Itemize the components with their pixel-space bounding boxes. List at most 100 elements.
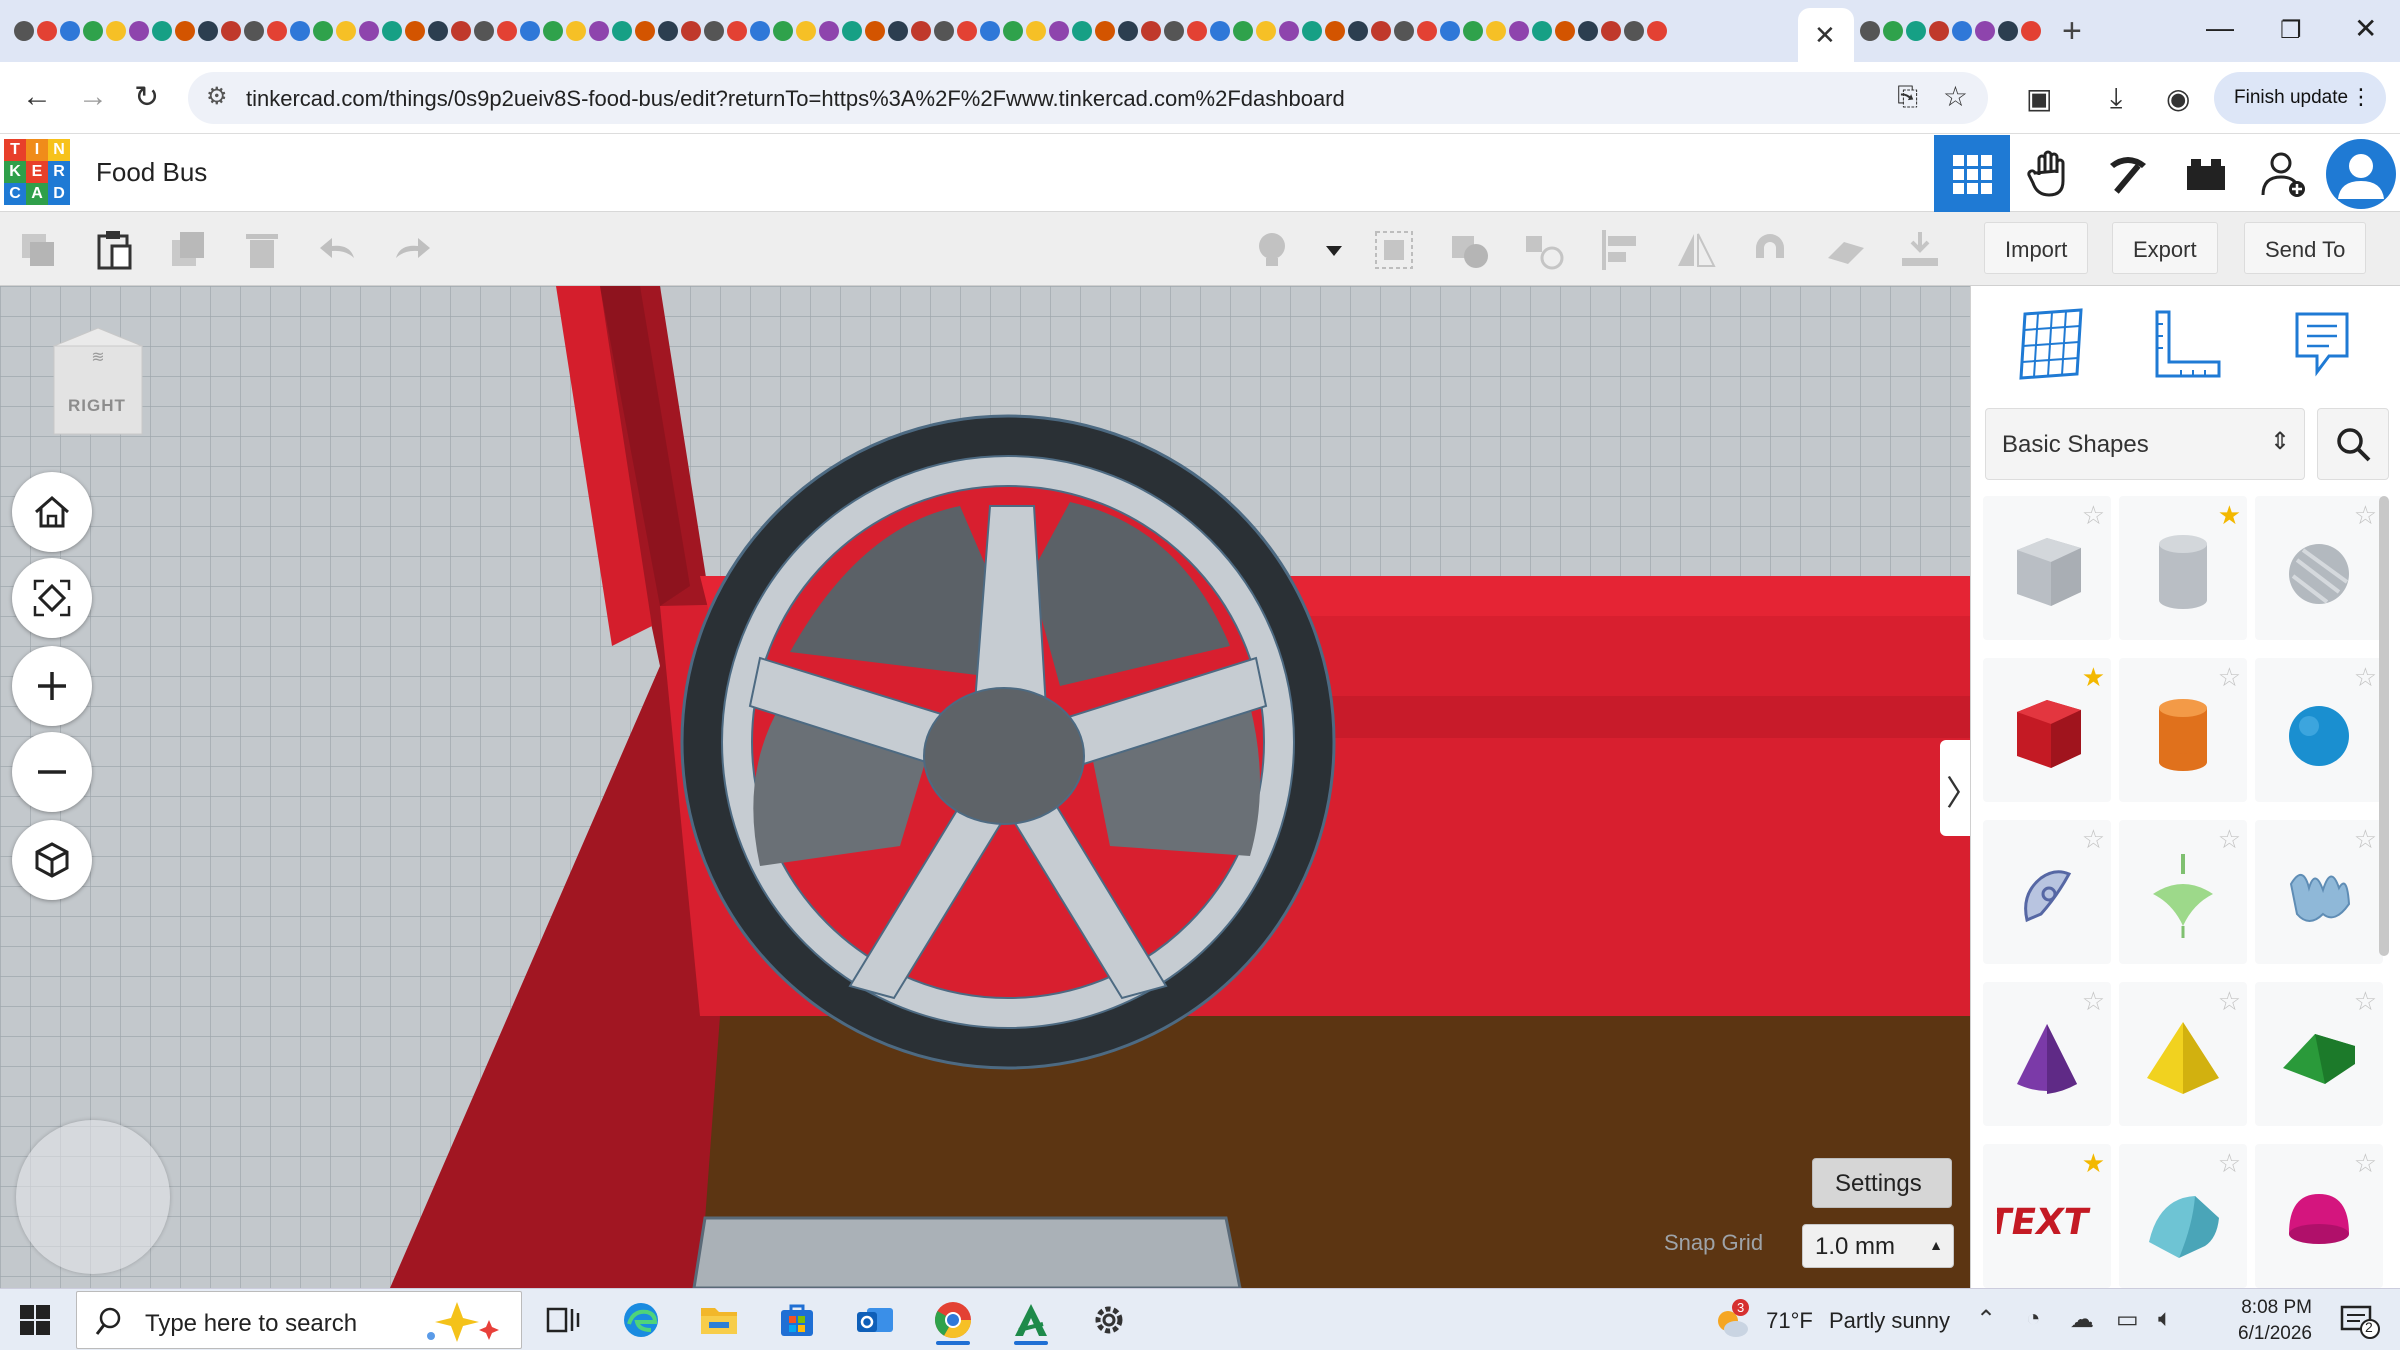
favorite-star-icon[interactable]: ★ [2218, 500, 2241, 531]
tab-favicon[interactable] [796, 21, 816, 41]
tab-favicon[interactable] [474, 21, 494, 41]
favorite-star-icon[interactable]: ☆ [2218, 824, 2241, 855]
tab-favicon[interactable] [382, 21, 402, 41]
collapse-panel-button[interactable]: 〉 [1940, 740, 1970, 836]
favorite-star-icon[interactable]: ☆ [2218, 662, 2241, 693]
user-avatar[interactable] [2326, 139, 2396, 209]
tab-favicon[interactable] [1256, 21, 1276, 41]
tab-favicon[interactable] [1279, 21, 1299, 41]
tab-favicon[interactable] [1624, 21, 1644, 41]
store-button[interactable] [770, 1295, 824, 1345]
zoom-in-button[interactable] [12, 646, 92, 726]
tab-favicon[interactable] [14, 21, 34, 41]
tab-favicon[interactable] [865, 21, 885, 41]
clock[interactable]: 8:08 PM 6/1/2026 [2200, 1295, 2312, 1347]
tab-favicon[interactable] [589, 21, 609, 41]
start-button[interactable] [18, 1303, 52, 1337]
tab-favicon[interactable] [727, 21, 747, 41]
tab-favicons-right[interactable] [1860, 16, 2041, 41]
tab-favicon[interactable] [290, 21, 310, 41]
view-cube[interactable]: ≋ RIGHT [48, 326, 148, 436]
notes-button[interactable] [2283, 304, 2363, 384]
active-tab[interactable]: ✕ [1798, 8, 1854, 62]
import-button[interactable]: Import [1984, 222, 2089, 274]
tab-favicon[interactable] [1072, 21, 1092, 41]
shape-tile-text[interactable]: TEXT ★ [1983, 1144, 2111, 1288]
shape-tile-sphere-hole[interactable]: ☆ [2255, 496, 2383, 640]
tab-favicon[interactable] [175, 21, 195, 41]
tab-favicon[interactable] [198, 21, 218, 41]
panel-scrollbar[interactable] [2379, 496, 2389, 956]
tab-favicon[interactable] [83, 21, 103, 41]
tab-favicon[interactable] [1440, 21, 1460, 41]
tab-favicon[interactable] [1952, 21, 1972, 41]
seat[interactable] [692, 1216, 1242, 1288]
tab-favicon[interactable] [129, 21, 149, 41]
notifications-button[interactable]: 2 [2340, 1303, 2380, 1344]
tab-favicon[interactable] [359, 21, 379, 41]
tab-favicon[interactable] [980, 21, 1000, 41]
export-button[interactable]: Export [2112, 222, 2218, 274]
favorite-star-icon[interactable]: ☆ [2354, 986, 2377, 1017]
favorite-star-icon[interactable]: ★ [2082, 662, 2105, 693]
cloud-sync-icon[interactable]: ☁ [2070, 1305, 2094, 1334]
tab-favicon[interactable] [566, 21, 586, 41]
tab-favicon[interactable] [1975, 21, 1995, 41]
home-view-button[interactable] [12, 472, 92, 552]
tab-favicon[interactable] [704, 21, 724, 41]
shape-tile-spinning-top[interactable]: ☆ [2119, 820, 2247, 964]
close-tab-icon[interactable]: ✕ [1814, 20, 1836, 51]
tab-favicon[interactable] [1187, 21, 1207, 41]
tab-favicon[interactable] [1095, 21, 1115, 41]
shape-tile-shape-generator[interactable]: ☆ [2255, 820, 2383, 964]
tab-favicon[interactable] [1417, 21, 1437, 41]
autodesk-app-button[interactable] [1004, 1295, 1058, 1345]
favorite-star-icon[interactable]: ☆ [2218, 1148, 2241, 1179]
tab-favicon[interactable] [911, 21, 931, 41]
tab-favicon[interactable] [1883, 21, 1903, 41]
shape-tile-cone[interactable]: ☆ [1983, 982, 2111, 1126]
download-icon[interactable]: ⤓ [2110, 82, 2122, 115]
more-icon[interactable]: ⋮ [2350, 84, 2372, 110]
tab-favicon[interactable] [2021, 21, 2041, 41]
outlook-button[interactable] [848, 1295, 902, 1345]
taskbar-search[interactable]: Type here to search [76, 1291, 522, 1349]
tab-favicon[interactable] [1118, 21, 1138, 41]
duplicate-button[interactable] [166, 228, 210, 272]
tab-favicon[interactable] [658, 21, 678, 41]
tab-favicon[interactable] [612, 21, 632, 41]
tab-favicon[interactable] [1394, 21, 1414, 41]
shape-tile-roof[interactable]: ☆ [2255, 982, 2383, 1126]
ungroup-button[interactable] [1448, 228, 1492, 272]
mirror-button[interactable] [1674, 228, 1718, 272]
paste-button[interactable] [92, 228, 136, 272]
profile-icon[interactable]: ◉ [2166, 82, 2190, 115]
drop-button[interactable] [1898, 228, 1942, 272]
favorite-star-icon[interactable]: ☆ [2082, 986, 2105, 1017]
send-to-button[interactable]: Send To [2244, 222, 2367, 274]
forward-icon[interactable]: → [78, 80, 108, 114]
url-text[interactable]: tinkercad.com/things/0s9p2ueiv8S-food-bu… [246, 86, 1345, 112]
install-app-icon[interactable]: ⎘ [1897, 81, 1918, 113]
tab-favicon[interactable] [37, 21, 57, 41]
minimize-icon[interactable]: — [2206, 12, 2234, 44]
chrome-button[interactable] [926, 1295, 980, 1345]
favorite-star-icon[interactable]: ☆ [2354, 500, 2377, 531]
group-button[interactable] [1372, 228, 1416, 272]
tab-search-icon[interactable]: ▣ [2026, 82, 2052, 115]
tab-favicon[interactable] [428, 21, 448, 41]
shape-tile-cylinder-hole[interactable]: ★ [2119, 496, 2247, 640]
tab-favicon[interactable] [1302, 21, 1322, 41]
tab-favicon[interactable] [1555, 21, 1575, 41]
omnibox[interactable]: ⚙ tinkercad.com/things/0s9p2ueiv8S-food-… [188, 72, 1988, 124]
favorite-star-icon[interactable]: ☆ [2082, 500, 2105, 531]
favorite-star-icon[interactable]: ☆ [2082, 824, 2105, 855]
tab-favicon[interactable] [957, 21, 977, 41]
shape-tile-cylinder[interactable]: ☆ [2119, 658, 2247, 802]
copy-button[interactable] [16, 228, 60, 272]
shape-tile-half-cylinder[interactable]: ☆ [2119, 1144, 2247, 1288]
tab-favicon[interactable] [313, 21, 333, 41]
shape-search-button[interactable] [2317, 408, 2389, 480]
reload-icon[interactable]: ↻ [134, 80, 159, 115]
tab-favicon[interactable] [1486, 21, 1506, 41]
